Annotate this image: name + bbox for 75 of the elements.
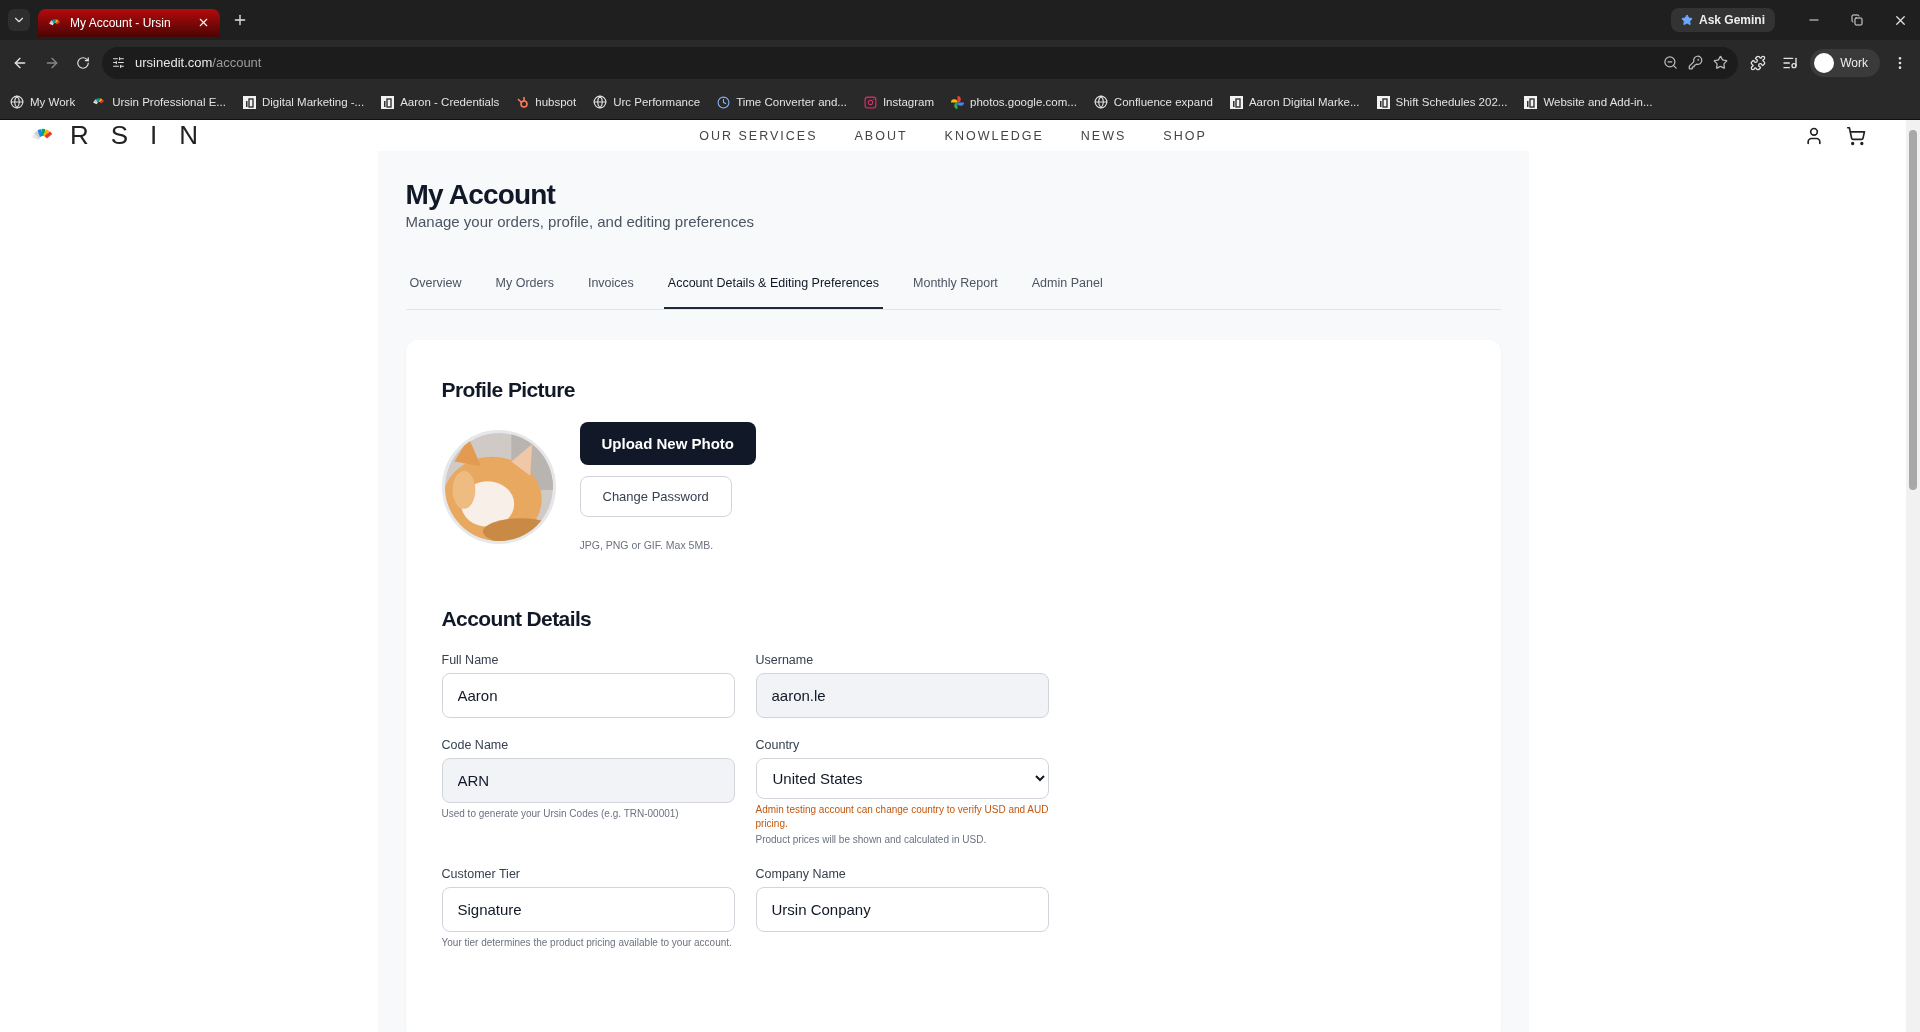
document-icon: [1229, 95, 1243, 109]
restore-icon: [1851, 14, 1863, 26]
zoom-icon[interactable]: [1663, 55, 1679, 70]
nav-link[interactable]: OUR SERVICES: [699, 128, 818, 143]
field-label: Country: [755, 738, 801, 752]
bookmark[interactable]: Time Converter and...: [717, 95, 847, 109]
bookmark[interactable]: Instagram: [863, 95, 935, 109]
page-title: My Account: [405, 179, 557, 211]
document-icon: [1376, 95, 1390, 109]
globe-icon: [10, 95, 24, 109]
document-icon: [1524, 95, 1538, 109]
plus-icon: [232, 12, 248, 28]
field-label: Username: [755, 653, 815, 667]
section-heading: Profile Picture: [441, 378, 576, 402]
field-label: Customer Tier: [441, 867, 521, 881]
reload-icon: [76, 55, 90, 70]
help-text: Used to generate your Ursin Codes (e.g. TRN-00001): [441, 807, 680, 821]
bookmark[interactable]: Aaron - Credentials: [381, 95, 500, 109]
profile-button[interactable]: Work: [1810, 48, 1880, 77]
tab[interactable]: Overview: [405, 266, 466, 309]
globe-icon: [593, 95, 608, 109]
bookmark[interactable]: My Work: [10, 95, 76, 109]
scrollbar[interactable]: [1906, 120, 1920, 1032]
warning-text: Admin testing account can change country to verify USD and AUD pricing.: [755, 803, 1049, 831]
tab[interactable]: Account Details & Editing Preferences: [663, 266, 883, 309]
bookmark[interactable]: Digital Marketing -...: [242, 95, 365, 109]
bookmark-star-icon[interactable]: [1713, 55, 1729, 70]
field-label: Company Name: [755, 867, 847, 881]
bookmark[interactable]: Confluence expand: [1093, 95, 1213, 109]
document-icon: [381, 95, 395, 109]
input-field[interactable]: Signature: [441, 887, 735, 932]
bookmark[interactable]: Shift Schedules 202...: [1376, 95, 1508, 109]
country-select[interactable]: United States: [755, 758, 1049, 799]
ask-gemini-button[interactable]: Ask Gemini: [1670, 8, 1775, 32]
puzzle-icon: [1750, 54, 1767, 71]
tab[interactable]: My Orders: [491, 266, 558, 309]
tab[interactable]: Monthly Report: [909, 266, 1002, 309]
close-icon[interactable]: [197, 16, 210, 29]
nav-link[interactable]: SHOP: [1163, 128, 1207, 143]
bookmark[interactable]: Ursin Professional E...: [92, 95, 226, 109]
cart-icon[interactable]: [1846, 125, 1866, 146]
browser-tab[interactable]: My Account - Ursin: [38, 8, 220, 37]
logo-text[interactable]: RSIN: [70, 120, 221, 151]
upload-photo-button[interactable]: Upload New Photo: [579, 422, 756, 465]
field-label: Code Name: [441, 738, 510, 752]
change-password-button[interactable]: Change Password: [579, 476, 732, 517]
pinwheel-icon: [951, 95, 965, 109]
section-heading: Account Details: [441, 607, 593, 631]
clock-icon: [717, 95, 731, 109]
nav-link[interactable]: KNOWLEDGE: [944, 128, 1044, 143]
file-note: JPG, PNG or GIF. Max 5MB.: [579, 539, 714, 551]
tab[interactable]: Admin Panel: [1027, 266, 1107, 309]
nav-link[interactable]: NEWS: [1080, 128, 1127, 143]
globe-icon: [1093, 95, 1108, 109]
document-icon: [242, 95, 256, 109]
key-icon[interactable]: [1688, 55, 1704, 70]
bookmark[interactable]: photos.google.com...: [951, 95, 1077, 109]
field-label: Full Name: [441, 653, 500, 667]
bookmark[interactable]: Aaron Digital Marke...: [1229, 95, 1360, 109]
input-field[interactable]: Aaron: [441, 673, 735, 718]
tab-list-button[interactable]: [8, 9, 30, 31]
bookmark[interactable]: Website and Add-in...: [1524, 95, 1653, 109]
input-field[interactable]: Ursin Conpany: [755, 887, 1049, 932]
instagram-icon: [863, 95, 877, 109]
address-bar[interactable]: ursinedit.com/account: [102, 46, 1739, 79]
account-icon[interactable]: [1804, 125, 1824, 146]
tab[interactable]: Invoices: [583, 266, 638, 309]
sprocket-icon: [516, 95, 530, 109]
help-text: Product prices will be shown and calculated in USD.: [755, 833, 988, 847]
nav-link[interactable]: ABOUT: [854, 128, 908, 143]
bookmark[interactable]: hubspot: [516, 95, 577, 109]
site-settings-icon[interactable]: [112, 56, 125, 69]
bookmark[interactable]: Urc Performance: [593, 95, 701, 109]
help-text: Your tier determines the product pricing available to your account.: [441, 936, 733, 950]
page-subtitle: Manage your orders, profile, and editing preferences: [405, 213, 756, 230]
